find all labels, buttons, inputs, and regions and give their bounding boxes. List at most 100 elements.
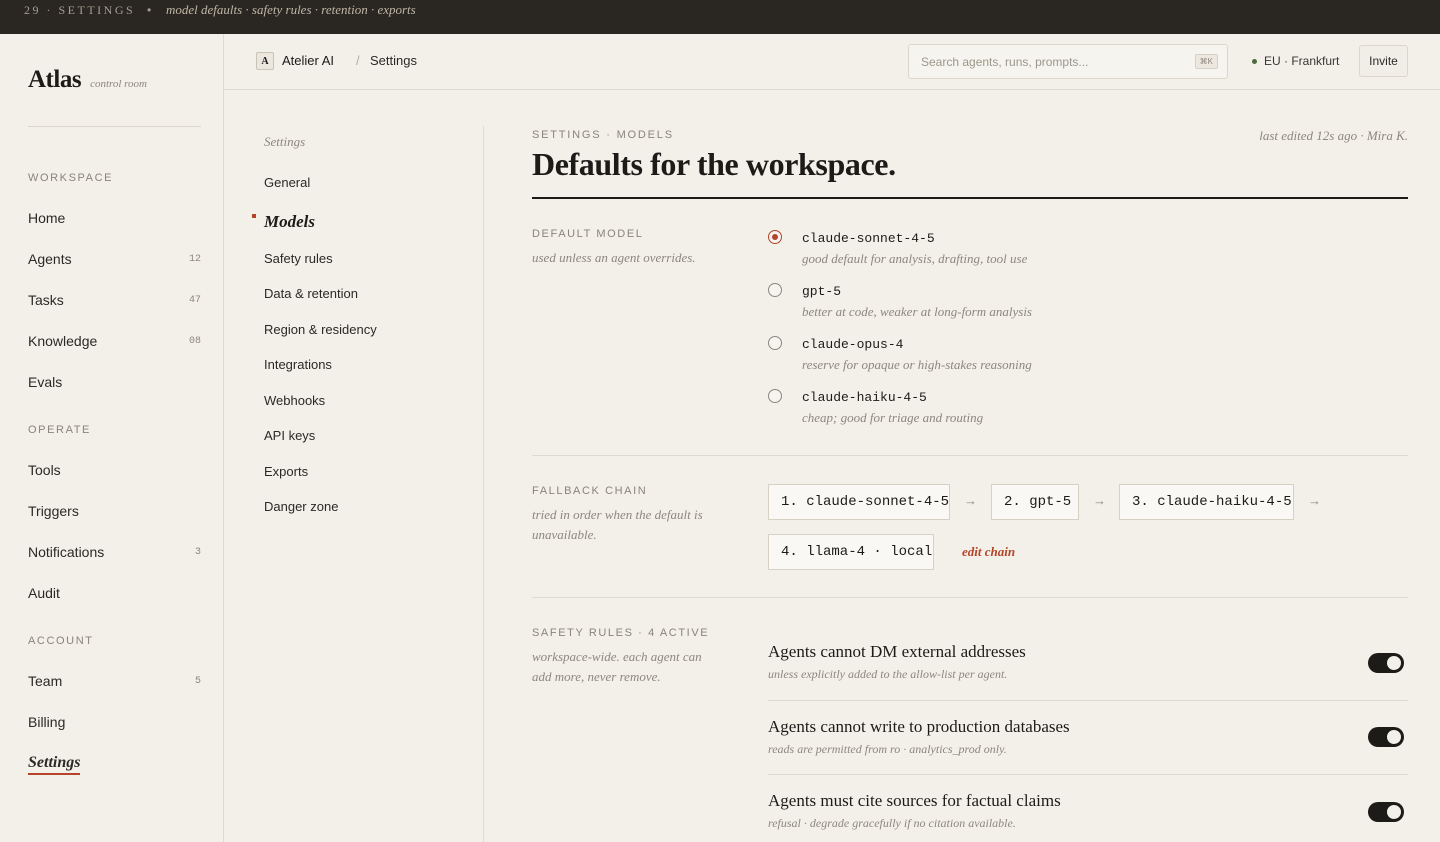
- breadcrumb-separator: /: [356, 53, 360, 68]
- subnav-item-webhooks[interactable]: Webhooks: [264, 393, 325, 408]
- subnav-item-safety-rules[interactable]: Safety rules: [264, 251, 333, 266]
- workspace-avatar[interactable]: A: [256, 52, 274, 70]
- rule-title: Agents cannot DM external addresses: [768, 642, 1026, 661]
- invite-button[interactable]: Invite: [1359, 45, 1408, 77]
- sidebar-item-notifications[interactable]: Notifications 3: [28, 540, 201, 564]
- rule-desc: unless explicitly added to the allow-lis…: [768, 667, 1008, 681]
- rule-toggle[interactable]: [1368, 653, 1404, 673]
- safety-rule-row: Agents cannot DM external addresses unle…: [768, 642, 1408, 716]
- subnav-item-region-residency[interactable]: Region & residency: [264, 322, 377, 337]
- subnav-item-api-keys[interactable]: API keys: [264, 428, 315, 443]
- sidebar-item-knowledge[interactable]: Knowledge 08: [28, 329, 201, 353]
- fallback-chain-label: FALLBACK CHAIN: [532, 485, 648, 497]
- nav-heading-operate: OPERATE: [28, 424, 91, 436]
- divider: [28, 126, 201, 127]
- knowledge-count: 08: [188, 335, 201, 347]
- sidebar-item-agents[interactable]: Agents 12: [28, 247, 201, 271]
- region-indicator[interactable]: EU · Frankfurt: [1252, 54, 1339, 68]
- edit-chain-link[interactable]: edit chain: [962, 544, 1015, 560]
- page-description: model defaults · safety rules · retentio…: [166, 2, 416, 17]
- subnav-item-integrations[interactable]: Integrations: [264, 357, 332, 372]
- top-header: A Atelier AI / Settings Search agents, r…: [224, 34, 1440, 90]
- sidebar-item-triggers[interactable]: Triggers: [28, 499, 201, 523]
- notifications-count: 3: [194, 546, 201, 558]
- toggle-knob-icon: [1387, 805, 1401, 819]
- chain-step-4[interactable]: 4. llama-4 · local: [768, 534, 934, 570]
- page-title: Defaults for the workspace.: [532, 146, 896, 182]
- chain-step-3[interactable]: 3. claude-haiku-4-5: [1119, 484, 1294, 520]
- rule-desc: refusal · degrade gracefully if no citat…: [768, 816, 1016, 830]
- sidebar: Atlas control room WORKSPACE Home Agents…: [0, 34, 224, 842]
- rule-title: Agents must cite sources for factual cla…: [768, 791, 1061, 810]
- row-divider: [768, 774, 1408, 775]
- chain-step-2[interactable]: 2. gpt-5: [991, 484, 1079, 520]
- toggle-knob-icon: [1387, 730, 1401, 744]
- subnav-item-general[interactable]: General: [264, 175, 310, 190]
- model-note: cheap; good for triage and routing: [802, 410, 984, 425]
- nav-heading-account: ACCOUNT: [28, 635, 94, 647]
- sidebar-item-audit[interactable]: Audit: [28, 581, 201, 605]
- rule-desc: reads are permitted from ro · analytics_…: [768, 742, 1007, 756]
- tasks-count: 47: [188, 294, 201, 306]
- search-placeholder: Search agents, runs, prompts...: [921, 55, 1089, 69]
- divider: [483, 126, 484, 842]
- safety-rules-label: SAFETY RULES · 4 ACTIVE: [532, 627, 710, 639]
- model-option-claude-sonnet[interactable]: claude-sonnet-4-5 good default for analy…: [768, 229, 1268, 277]
- sidebar-item-tools[interactable]: Tools: [28, 458, 201, 482]
- model-name: claude-opus-4: [802, 337, 904, 352]
- sidebar-item-home[interactable]: Home: [28, 206, 201, 230]
- safety-rule-row: Agents cannot write to production databa…: [768, 717, 1408, 791]
- active-marker-icon: [252, 214, 256, 218]
- model-option-gpt-5[interactable]: gpt-5 better at code, weaker at long-for…: [768, 282, 1268, 330]
- subnav-item-danger-zone[interactable]: Danger zone: [264, 499, 338, 514]
- section-divider: [532, 455, 1408, 456]
- brand: Atlas control room: [28, 66, 147, 94]
- radio-icon[interactable]: [768, 336, 782, 350]
- page-index: 29 · SETTINGS: [24, 3, 136, 17]
- arrow-right-icon: →: [1093, 493, 1106, 508]
- strip-separator: •: [147, 3, 152, 17]
- logo[interactable]: Atlas: [28, 66, 82, 94]
- subnav-item-exports[interactable]: Exports: [264, 464, 308, 479]
- row-divider: [768, 700, 1408, 701]
- arrow-right-icon: →: [1308, 493, 1321, 508]
- model-note: better at code, weaker at long-form anal…: [802, 304, 1032, 319]
- top-strip: 29 · SETTINGS • model defaults · safety …: [0, 0, 1440, 34]
- model-option-claude-opus[interactable]: claude-opus-4 reserve for opaque or high…: [768, 335, 1268, 383]
- workspace-name[interactable]: Atelier AI: [282, 53, 334, 68]
- rule-toggle[interactable]: [1368, 727, 1404, 747]
- search-input[interactable]: Search agents, runs, prompts... ⌘K: [908, 44, 1228, 79]
- sidebar-item-settings[interactable]: Settings: [28, 752, 201, 776]
- agents-count: 12: [188, 253, 201, 265]
- radio-icon[interactable]: [768, 283, 782, 297]
- radio-selected-icon[interactable]: [768, 230, 782, 244]
- section-divider: [532, 597, 1408, 598]
- rule-toggle[interactable]: [1368, 802, 1404, 822]
- radio-icon[interactable]: [768, 389, 782, 403]
- safety-rules-desc: workspace-wide. each agent can add more,…: [532, 649, 702, 684]
- model-note: good default for analysis, drafting, too…: [802, 251, 1028, 266]
- model-name: claude-sonnet-4-5: [802, 231, 935, 246]
- sidebar-item-team[interactable]: Team 5: [28, 669, 201, 693]
- shortcut-hint: ⌘K: [1194, 54, 1218, 69]
- model-option-claude-haiku[interactable]: claude-haiku-4-5 cheap; good for triage …: [768, 388, 1268, 436]
- status-dot-icon: [1252, 58, 1257, 64]
- model-name: gpt-5: [802, 284, 842, 299]
- last-edited: last edited 12s ago · Mira K.: [1259, 128, 1408, 143]
- model-note: reserve for opaque or high-stakes reason…: [802, 357, 1032, 372]
- team-count: 5: [194, 675, 201, 687]
- section-eyebrow: SETTINGS · MODELS: [532, 129, 674, 141]
- subnav-item-data-retention[interactable]: Data & retention: [264, 286, 358, 301]
- arrow-right-icon: →: [964, 493, 977, 508]
- sidebar-item-billing[interactable]: Billing: [28, 710, 201, 734]
- sidebar-item-tasks[interactable]: Tasks 47: [28, 288, 201, 312]
- subnav-item-models[interactable]: Models: [264, 212, 315, 232]
- settings-subnav: Settings General Models Safety rules Dat…: [224, 90, 484, 842]
- title-rule: [532, 197, 1408, 199]
- region-label: EU · Frankfurt: [1264, 54, 1340, 68]
- brand-tagline: control room: [90, 78, 147, 90]
- chain-step-1[interactable]: 1. claude-sonnet-4-5: [768, 484, 950, 520]
- toggle-knob-icon: [1387, 656, 1401, 670]
- nav-heading-workspace: WORKSPACE: [28, 172, 114, 184]
- sidebar-item-evals[interactable]: Evals: [28, 370, 201, 394]
